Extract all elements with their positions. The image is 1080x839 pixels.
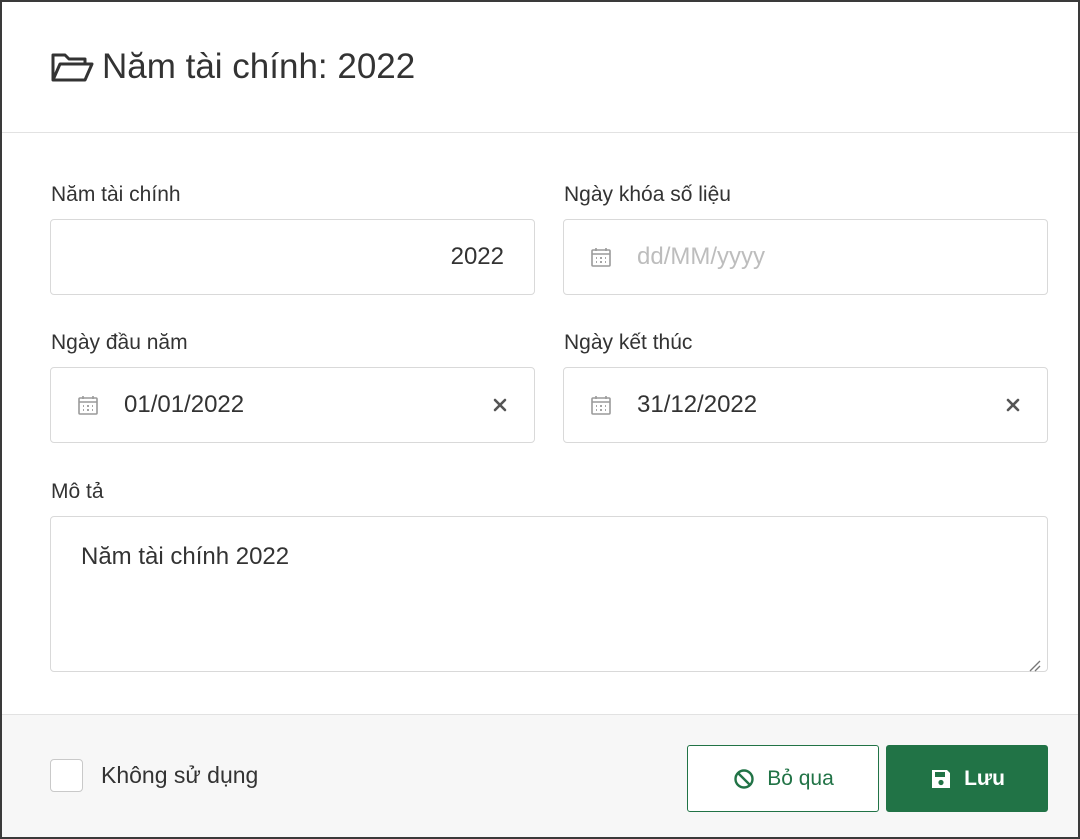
- start-date-value: 01/01/2022: [124, 391, 245, 418]
- dialog-title: Năm tài chính: 2022: [102, 47, 416, 86]
- cancel-button[interactable]: Bỏ qua: [687, 745, 879, 812]
- dialog-footer: Không sử dụng Bỏ qua Lưu: [2, 714, 1078, 837]
- lock-date-placeholder: dd/MM/yyyy: [637, 243, 766, 270]
- inactive-checkbox-label[interactable]: Không sử dụng: [101, 762, 258, 789]
- description-value: Năm tài chính 2022: [81, 543, 290, 570]
- dialog-header: Năm tài chính: 2022: [2, 2, 1078, 133]
- fiscal-year-value: 2022: [450, 243, 504, 270]
- start-date-picker[interactable]: 01/01/2022: [50, 367, 535, 443]
- save-button-label: Lưu: [964, 766, 1005, 790]
- folder-open-icon: [50, 49, 96, 85]
- resize-grip-icon[interactable]: [1027, 651, 1041, 672]
- lock-date-picker[interactable]: dd/MM/yyyy: [563, 219, 1048, 295]
- end-date-value: 31/12/2022: [637, 391, 758, 418]
- save-button[interactable]: Lưu: [886, 745, 1048, 812]
- description-textarea[interactable]: Năm tài chính 2022: [50, 516, 1048, 672]
- inactive-checkbox-group[interactable]: Không sử dụng: [50, 759, 258, 792]
- fiscal-year-dialog: Năm tài chính: 2022 Năm tài chính 2022 N…: [0, 0, 1080, 839]
- inactive-checkbox[interactable]: [50, 759, 83, 792]
- cancel-button-label: Bỏ qua: [767, 766, 834, 790]
- calendar-icon[interactable]: [589, 393, 613, 417]
- start-date-label: Ngày đầu năm: [51, 331, 188, 354]
- fiscal-year-label: Năm tài chính: [51, 183, 181, 206]
- end-date-label: Ngày kết thúc: [564, 331, 693, 354]
- close-icon[interactable]: [490, 395, 510, 415]
- fiscal-year-input[interactable]: 2022: [50, 219, 535, 295]
- lock-date-label: Ngày khóa số liệu: [564, 183, 731, 206]
- close-icon[interactable]: [1003, 395, 1023, 415]
- calendar-icon[interactable]: [76, 393, 100, 417]
- ban-icon: [732, 767, 756, 791]
- calendar-icon[interactable]: [589, 245, 613, 269]
- end-date-picker[interactable]: 31/12/2022: [563, 367, 1048, 443]
- save-icon: [929, 767, 953, 791]
- description-label: Mô tả: [51, 480, 104, 503]
